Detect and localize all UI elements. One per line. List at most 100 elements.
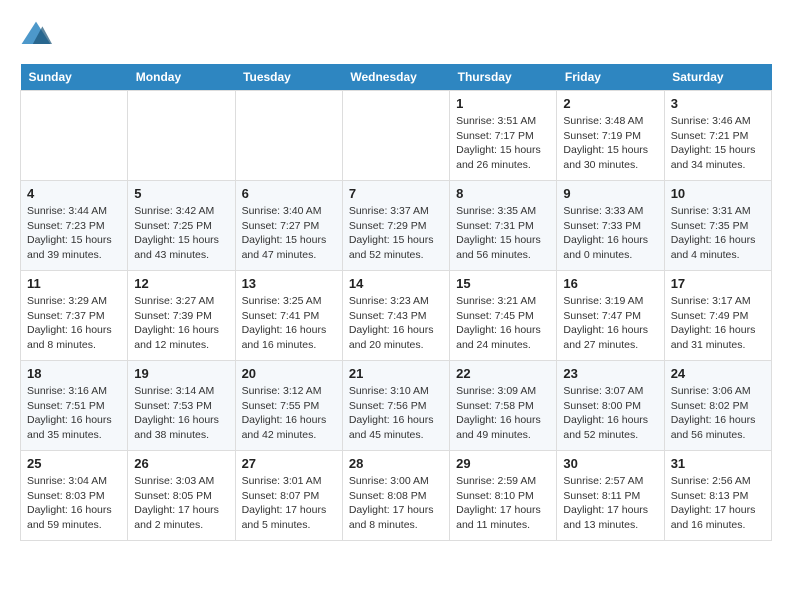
day-number: 7 [349, 186, 443, 201]
day-number: 24 [671, 366, 765, 381]
calendar-cell: 1 Sunrise: 3:51 AM Sunset: 7:17 PM Daylig… [450, 91, 557, 181]
day-detail: Sunrise: 3:21 AM Sunset: 7:45 PM Dayligh… [456, 294, 550, 353]
calendar-cell: 27 Sunrise: 3:01 AM Sunset: 8:07 PM Dayli… [235, 451, 342, 541]
column-header-sunday: Sunday [21, 64, 128, 91]
day-number: 27 [242, 456, 336, 471]
day-number: 29 [456, 456, 550, 471]
day-detail: Sunrise: 3:09 AM Sunset: 7:58 PM Dayligh… [456, 384, 550, 443]
day-detail: Sunrise: 3:29 AM Sunset: 7:37 PM Dayligh… [27, 294, 121, 353]
day-number: 11 [27, 276, 121, 291]
column-header-tuesday: Tuesday [235, 64, 342, 91]
calendar-cell: 29 Sunrise: 2:59 AM Sunset: 8:10 PM Dayli… [450, 451, 557, 541]
day-number: 4 [27, 186, 121, 201]
day-detail: Sunrise: 3:14 AM Sunset: 7:53 PM Dayligh… [134, 384, 228, 443]
day-number: 30 [563, 456, 657, 471]
calendar-cell: 4 Sunrise: 3:44 AM Sunset: 7:23 PM Daylig… [21, 181, 128, 271]
column-header-wednesday: Wednesday [342, 64, 449, 91]
calendar-cell: 26 Sunrise: 3:03 AM Sunset: 8:05 PM Dayli… [128, 451, 235, 541]
calendar-table: SundayMondayTuesdayWednesdayThursdayFrid… [20, 64, 772, 541]
calendar-cell: 31 Sunrise: 2:56 AM Sunset: 8:13 PM Dayli… [664, 451, 771, 541]
day-number: 25 [27, 456, 121, 471]
day-number: 3 [671, 96, 765, 111]
day-number: 12 [134, 276, 228, 291]
calendar-cell: 6 Sunrise: 3:40 AM Sunset: 7:27 PM Daylig… [235, 181, 342, 271]
column-header-saturday: Saturday [664, 64, 771, 91]
day-detail: Sunrise: 3:06 AM Sunset: 8:02 PM Dayligh… [671, 384, 765, 443]
day-detail: Sunrise: 2:56 AM Sunset: 8:13 PM Dayligh… [671, 474, 765, 533]
day-detail: Sunrise: 3:07 AM Sunset: 8:00 PM Dayligh… [563, 384, 657, 443]
day-detail: Sunrise: 3:44 AM Sunset: 7:23 PM Dayligh… [27, 204, 121, 263]
day-number: 13 [242, 276, 336, 291]
day-detail: Sunrise: 3:12 AM Sunset: 7:55 PM Dayligh… [242, 384, 336, 443]
calendar-cell: 16 Sunrise: 3:19 AM Sunset: 7:47 PM Dayli… [557, 271, 664, 361]
calendar-cell: 14 Sunrise: 3:23 AM Sunset: 7:43 PM Dayli… [342, 271, 449, 361]
day-number: 2 [563, 96, 657, 111]
day-detail: Sunrise: 3:25 AM Sunset: 7:41 PM Dayligh… [242, 294, 336, 353]
calendar-cell: 7Sunrise: 3:37 AM Sunset: 7:29 PM Daylig… [342, 181, 449, 271]
calendar-cell: 28 Sunrise: 3:00 AM Sunset: 8:08 PM Dayli… [342, 451, 449, 541]
day-detail: Sunrise: 3:19 AM Sunset: 7:47 PM Dayligh… [563, 294, 657, 353]
column-header-friday: Friday [557, 64, 664, 91]
day-detail: Sunrise: 3:04 AM Sunset: 8:03 PM Dayligh… [27, 474, 121, 533]
day-detail: Sunrise: 3:40 AM Sunset: 7:27 PM Dayligh… [242, 204, 336, 263]
day-detail: Sunrise: 3:33 AM Sunset: 7:33 PM Dayligh… [563, 204, 657, 263]
calendar-cell: 2 Sunrise: 3:48 AM Sunset: 7:19 PM Daylig… [557, 91, 664, 181]
page-header [20, 20, 772, 48]
logo-icon [20, 20, 52, 48]
day-detail: Sunrise: 3:51 AM Sunset: 7:17 PM Dayligh… [456, 114, 550, 173]
calendar-cell: 23 Sunrise: 3:07 AM Sunset: 8:00 PM Dayli… [557, 361, 664, 451]
calendar-cell: 25 Sunrise: 3:04 AM Sunset: 8:03 PM Dayli… [21, 451, 128, 541]
day-detail: Sunrise: 2:57 AM Sunset: 8:11 PM Dayligh… [563, 474, 657, 533]
calendar-cell [21, 91, 128, 181]
day-number: 23 [563, 366, 657, 381]
calendar-cell: 22 Sunrise: 3:09 AM Sunset: 7:58 PM Dayli… [450, 361, 557, 451]
day-number: 21 [349, 366, 443, 381]
day-detail: Sunrise: 3:01 AM Sunset: 8:07 PM Dayligh… [242, 474, 336, 533]
calendar-cell: 5 Sunrise: 3:42 AM Sunset: 7:25 PM Daylig… [128, 181, 235, 271]
calendar-cell: 19 Sunrise: 3:14 AM Sunset: 7:53 PM Dayli… [128, 361, 235, 451]
day-number: 10 [671, 186, 765, 201]
calendar-cell [128, 91, 235, 181]
day-number: 1 [456, 96, 550, 111]
day-number: 5 [134, 186, 228, 201]
day-detail: Sunrise: 2:59 AM Sunset: 8:10 PM Dayligh… [456, 474, 550, 533]
header-row: SundayMondayTuesdayWednesdayThursdayFrid… [21, 64, 772, 91]
day-detail: Sunrise: 3:16 AM Sunset: 7:51 PM Dayligh… [27, 384, 121, 443]
day-number: 31 [671, 456, 765, 471]
day-number: 6 [242, 186, 336, 201]
day-detail: Sunrise: 3:42 AM Sunset: 7:25 PM Dayligh… [134, 204, 228, 263]
calendar-week-3: 11 Sunrise: 3:29 AM Sunset: 7:37 PM Dayli… [21, 271, 772, 361]
day-number: 26 [134, 456, 228, 471]
day-detail: Sunrise: 3:23 AM Sunset: 7:43 PM Dayligh… [349, 294, 443, 353]
calendar-week-5: 25 Sunrise: 3:04 AM Sunset: 8:03 PM Dayli… [21, 451, 772, 541]
day-number: 15 [456, 276, 550, 291]
calendar-cell: 13 Sunrise: 3:25 AM Sunset: 7:41 PM Dayli… [235, 271, 342, 361]
day-number: 17 [671, 276, 765, 291]
calendar-week-2: 4 Sunrise: 3:44 AM Sunset: 7:23 PM Daylig… [21, 181, 772, 271]
day-number: 19 [134, 366, 228, 381]
calendar-cell: 24 Sunrise: 3:06 AM Sunset: 8:02 PM Dayli… [664, 361, 771, 451]
calendar-cell: 21Sunrise: 3:10 AM Sunset: 7:56 PM Dayli… [342, 361, 449, 451]
day-number: 8 [456, 186, 550, 201]
calendar-cell: 10Sunrise: 3:31 AM Sunset: 7:35 PM Dayli… [664, 181, 771, 271]
day-number: 16 [563, 276, 657, 291]
calendar-cell: 20 Sunrise: 3:12 AM Sunset: 7:55 PM Dayli… [235, 361, 342, 451]
logo [20, 20, 56, 48]
day-detail: Sunrise: 3:17 AM Sunset: 7:49 PM Dayligh… [671, 294, 765, 353]
calendar-cell: 30 Sunrise: 2:57 AM Sunset: 8:11 PM Dayli… [557, 451, 664, 541]
day-number: 18 [27, 366, 121, 381]
calendar-cell: 12Sunrise: 3:27 AM Sunset: 7:39 PM Dayli… [128, 271, 235, 361]
day-detail: Sunrise: 3:03 AM Sunset: 8:05 PM Dayligh… [134, 474, 228, 533]
day-number: 22 [456, 366, 550, 381]
day-number: 14 [349, 276, 443, 291]
calendar-cell: 18 Sunrise: 3:16 AM Sunset: 7:51 PM Dayli… [21, 361, 128, 451]
column-header-monday: Monday [128, 64, 235, 91]
day-detail: Sunrise: 3:46 AM Sunset: 7:21 PM Dayligh… [671, 114, 765, 173]
calendar-week-1: 1 Sunrise: 3:51 AM Sunset: 7:17 PM Daylig… [21, 91, 772, 181]
calendar-cell: 15 Sunrise: 3:21 AM Sunset: 7:45 PM Dayli… [450, 271, 557, 361]
day-detail: Sunrise: 3:00 AM Sunset: 8:08 PM Dayligh… [349, 474, 443, 533]
day-number: 28 [349, 456, 443, 471]
day-detail: Sunrise: 3:48 AM Sunset: 7:19 PM Dayligh… [563, 114, 657, 173]
calendar-cell: 11 Sunrise: 3:29 AM Sunset: 7:37 PM Dayli… [21, 271, 128, 361]
day-number: 20 [242, 366, 336, 381]
